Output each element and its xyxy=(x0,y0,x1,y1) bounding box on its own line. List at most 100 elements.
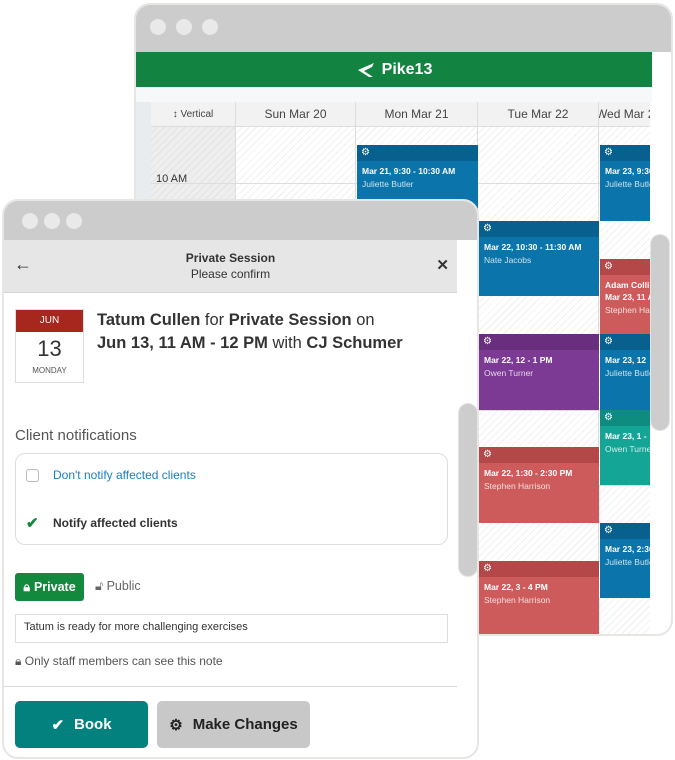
calendar-event[interactable]: ⚙ Mar 23, 2:30 Juliette Butler xyxy=(600,522,650,599)
booking-modal-window: ← Private Session Please confirm ✕ JUN 1… xyxy=(2,199,479,759)
summary-text: with xyxy=(272,334,302,352)
checkmark-icon: ✔ xyxy=(26,515,39,532)
back-arrow-icon[interactable]: ← xyxy=(14,254,32,275)
make-changes-label: Make Changes xyxy=(192,716,298,733)
gear-icon[interactable]: ⚙ xyxy=(604,147,613,158)
calendar-event[interactable]: ⚙ Mar 23, 12 Juliette Butler xyxy=(600,334,650,410)
gear-icon: ⚙ xyxy=(169,716,183,734)
modal-header: ← Private Session Please confirm ✕ xyxy=(4,240,457,293)
public-label: Public xyxy=(106,579,141,593)
event-header: ⚙ xyxy=(479,447,599,464)
event-person: Juliette Butler xyxy=(605,179,650,190)
gear-icon[interactable]: ⚙ xyxy=(483,223,492,234)
note-input[interactable]: Tatum is ready for more challenging exer… xyxy=(15,614,448,643)
event-header: ⚙ xyxy=(600,258,650,275)
event-time: Mar 21, 9:30 - 10:30 AM xyxy=(362,166,456,177)
book-label: Book xyxy=(74,716,112,733)
date-weekday: MONDAY xyxy=(32,366,67,375)
private-label: Private xyxy=(33,580,76,594)
gear-icon[interactable]: ⚙ xyxy=(483,449,492,460)
gear-icon[interactable]: ⚙ xyxy=(604,261,613,272)
notification-options: Don't notify affected clients ✔ Notify a… xyxy=(15,453,448,545)
gear-icon[interactable]: ⚙ xyxy=(483,336,492,347)
event-person: Juliette Butler xyxy=(605,368,650,378)
event-time: Mar 22, 12 - 1 PM xyxy=(484,355,553,365)
event-header: ⚙ xyxy=(357,145,478,162)
event-time: Mar 23, 1 - xyxy=(605,430,647,441)
brand-header: Pike13 xyxy=(136,52,652,87)
date-day: 13 xyxy=(37,336,62,361)
event-person: Stephen Harrison xyxy=(484,481,551,492)
event-time: Mar 23, 9:30 xyxy=(605,166,650,177)
option-label: Notify affected clients xyxy=(53,516,178,530)
date-month: JUN xyxy=(16,310,83,332)
day-header[interactable]: Wed Mar 23 xyxy=(599,102,650,127)
lock-icon: 🔒︎ xyxy=(23,579,30,594)
gear-icon[interactable]: ⚙ xyxy=(604,525,613,536)
checkbox[interactable] xyxy=(26,468,39,482)
notifications-heading: Client notifications xyxy=(15,427,137,444)
note-visibility: 🔒︎ Only staff members can see this note xyxy=(15,654,223,669)
divider xyxy=(4,686,457,687)
private-toggle[interactable]: 🔒︎ Private xyxy=(15,573,84,601)
vertical-toggle[interactable]: ↕ Vertical xyxy=(151,102,236,127)
event-person: Owen Turner xyxy=(605,443,650,454)
event-person: Stephen Harrison xyxy=(484,594,551,605)
toolbar-strip xyxy=(136,87,652,102)
make-changes-button[interactable]: ⚙ Make Changes xyxy=(157,701,310,748)
window-dot xyxy=(202,19,218,35)
event-time: Mar 23, 11 AM xyxy=(605,291,650,302)
date-badge: JUN 13 MONDAY xyxy=(15,309,84,383)
day-header[interactable]: Mon Mar 21 xyxy=(356,102,478,127)
client-name: Tatum Cullen xyxy=(97,311,201,329)
brand-name: Pike13 xyxy=(381,60,433,78)
modal-subtitle: Please confirm xyxy=(190,267,271,281)
gear-icon[interactable]: ⚙ xyxy=(361,147,370,158)
window-dot xyxy=(22,213,38,229)
gear-icon[interactable]: ⚙ xyxy=(604,412,613,423)
window-titlebar xyxy=(136,5,671,52)
calendar-event[interactable]: ⚙ Mar 22, 10:30 - 11:30 AM Nate Jacobs xyxy=(479,220,599,297)
dont-notify-option[interactable]: Don't notify affected clients xyxy=(26,468,196,482)
service-name: Private Session xyxy=(228,311,352,329)
calendar-event[interactable]: ⚙ Mar 23, 1 - Owen Turner xyxy=(600,409,650,485)
day-header[interactable]: Tue Mar 22 xyxy=(478,102,599,127)
day-header[interactable]: Sun Mar 20 xyxy=(236,102,356,127)
summary-text: on xyxy=(356,311,375,329)
calendar-event[interactable]: ⚙ Adam CollinsMar 23, 11 AM Stephen Harris… xyxy=(600,258,650,334)
note-visibility-text: Only staff members can see this note xyxy=(24,654,223,668)
close-icon[interactable]: ✕ xyxy=(436,256,449,274)
event-person: Owen Turner xyxy=(484,368,534,378)
resize-vertical-icon: ↕ xyxy=(172,108,178,120)
calendar-event[interactable]: ⚙ Mar 22, 12 - 1 PM Owen Turner xyxy=(479,334,599,410)
option-label: Don't notify affected clients xyxy=(53,468,196,482)
calendar-scrollbar[interactable] xyxy=(650,234,670,431)
event-person: Juliette Butler xyxy=(605,556,650,567)
window-dot xyxy=(150,19,166,35)
window-dot xyxy=(44,213,60,229)
gear-icon[interactable]: ⚙ xyxy=(604,336,613,347)
event-person: Nate Jacobs xyxy=(484,254,532,265)
calendar-event[interactable]: ⚙ Mar 23, 9:30 Juliette Butler xyxy=(600,145,650,221)
booking-summary: Tatum Cullen for Private Session on Jun … xyxy=(97,309,447,355)
notify-option[interactable]: ✔ Notify affected clients xyxy=(26,514,178,532)
calendar-event[interactable]: ⚙ Mar 22, 3 - 4 PM Stephen Harrison xyxy=(479,560,599,634)
event-header: ⚙ xyxy=(600,334,650,350)
book-button[interactable]: ✔ Book xyxy=(15,701,148,748)
window-dot xyxy=(66,213,82,229)
event-header: ⚙ xyxy=(600,522,650,539)
event-time: Mar 23, 2:30 xyxy=(605,543,650,554)
calendar-event[interactable]: ⚙ Mar 22, 1:30 - 2:30 PM Stephen Harrison xyxy=(479,447,599,523)
summary-text: for xyxy=(204,311,225,329)
gear-icon[interactable]: ⚙ xyxy=(483,563,492,574)
public-toggle[interactable]: 🔓︎ Public xyxy=(95,579,141,594)
event-person: Juliette Butler xyxy=(362,179,414,190)
event-header: ⚙ xyxy=(600,145,650,162)
event-time: Mar 22, 1:30 - 2:30 PM xyxy=(484,468,573,479)
event-time: Mar 22, 3 - 4 PM xyxy=(484,581,548,592)
event-header: ⚙ xyxy=(600,409,650,426)
window-dot xyxy=(176,19,192,35)
modal-scrollbar[interactable] xyxy=(458,403,477,577)
check-icon: ✔ xyxy=(51,716,65,734)
vertical-label: Vertical xyxy=(180,108,214,120)
